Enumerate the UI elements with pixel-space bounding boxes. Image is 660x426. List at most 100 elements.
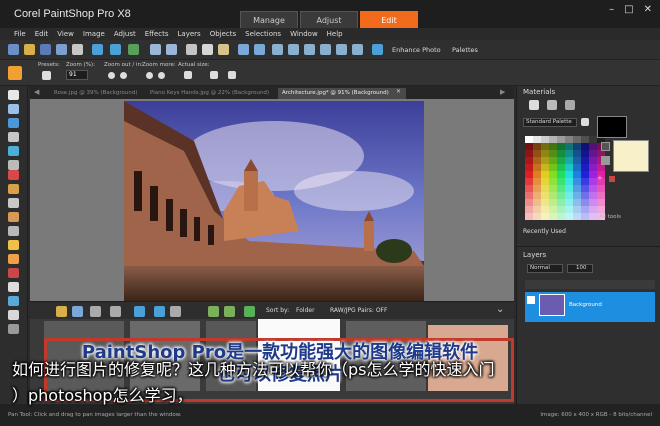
enhance-photo-button[interactable]: Enhance Photo — [392, 46, 441, 54]
color-swatch[interactable] — [573, 178, 581, 185]
color-swatch[interactable] — [533, 150, 541, 157]
architecture-photo[interactable] — [124, 101, 424, 301]
color-swatch[interactable] — [565, 199, 573, 206]
organizer-print-icon[interactable] — [170, 306, 181, 317]
print-icon[interactable] — [72, 44, 83, 55]
color-swatch[interactable] — [573, 164, 581, 171]
airbrush-icon[interactable] — [8, 254, 19, 264]
color-swatch[interactable] — [541, 171, 549, 178]
color-swatch[interactable] — [541, 213, 549, 220]
organizer-quick-fix-icon[interactable] — [244, 306, 255, 317]
warp-brush-icon[interactable] — [8, 324, 19, 334]
color-swatch[interactable] — [589, 199, 597, 206]
color-swatch[interactable] — [525, 171, 533, 178]
organizer-rotate-left-icon[interactable] — [208, 306, 219, 317]
color-swatch[interactable] — [549, 192, 557, 199]
fit-image-icon[interactable] — [228, 71, 236, 79]
texture-icon[interactable] — [601, 156, 610, 165]
organizer-icon[interactable] — [336, 44, 347, 55]
color-swatch[interactable] — [541, 178, 549, 185]
flood-fill-icon[interactable] — [8, 268, 19, 278]
menu-help[interactable]: Help — [327, 28, 343, 40]
undo-icon[interactable] — [150, 44, 161, 55]
color-swatch[interactable] — [565, 164, 573, 171]
color-swatch[interactable] — [557, 178, 565, 185]
add-icon[interactable]: + — [597, 174, 603, 182]
color-swatch[interactable] — [533, 157, 541, 164]
open-folder-icon[interactable] — [24, 44, 35, 55]
color-swatch[interactable] — [589, 150, 597, 157]
save-icon[interactable] — [40, 44, 51, 55]
color-swatch[interactable] — [533, 178, 541, 185]
doc-tab-rose[interactable]: Rose.jpg @ 39% (Background) — [50, 88, 146, 99]
layers-icon[interactable] — [288, 44, 299, 55]
color-swatch[interactable] — [581, 192, 589, 199]
foreground-color-swatch[interactable] — [597, 116, 627, 138]
zoom-in-icon[interactable] — [120, 72, 127, 79]
camera-icon[interactable] — [128, 44, 139, 55]
learning-icon[interactable] — [320, 44, 331, 55]
color-swatch[interactable] — [549, 164, 557, 171]
color-swatch-grid[interactable] — [525, 136, 605, 220]
color-swatch[interactable] — [525, 157, 533, 164]
color-swatch[interactable] — [533, 164, 541, 171]
rainbow-icon[interactable] — [547, 100, 557, 110]
color-swatch[interactable] — [597, 199, 605, 206]
tabs-scroll-left-icon[interactable]: ◀ — [34, 88, 39, 96]
color-swatch[interactable] — [557, 171, 565, 178]
layer-row-background[interactable]: Background — [525, 292, 655, 322]
color-swatch[interactable] — [525, 150, 533, 157]
menu-effects[interactable]: Effects — [145, 28, 169, 40]
color-swatch[interactable] — [557, 157, 565, 164]
color-swatch[interactable] — [549, 185, 557, 192]
color-swatch[interactable] — [549, 136, 557, 143]
overview-icon[interactable] — [352, 44, 363, 55]
color-swatch[interactable] — [573, 143, 581, 150]
organizer-menu-icon[interactable] — [110, 306, 121, 317]
zoom-more-in-icon[interactable] — [158, 72, 165, 79]
color-swatch[interactable] — [573, 150, 581, 157]
organizer-rotate-right-icon[interactable] — [224, 306, 235, 317]
color-swatch[interactable] — [541, 157, 549, 164]
color-swatch[interactable] — [525, 213, 533, 220]
pen-tool-icon[interactable] — [8, 310, 19, 320]
tab-adjust[interactable]: Adjust — [300, 11, 358, 28]
zoom-out-icon[interactable] — [108, 72, 115, 79]
color-swatch[interactable] — [565, 213, 573, 220]
color-swatch[interactable] — [589, 206, 597, 213]
color-swatch[interactable] — [581, 136, 589, 143]
color-swatch[interactable] — [541, 143, 549, 150]
color-swatch[interactable] — [541, 150, 549, 157]
color-swatch[interactable] — [549, 213, 557, 220]
color-swatch[interactable] — [533, 171, 541, 178]
color-swatch[interactable] — [573, 136, 581, 143]
scratch-remover-icon[interactable] — [8, 212, 19, 222]
visibility-icon[interactable] — [527, 296, 535, 304]
color-swatch[interactable] — [557, 185, 565, 192]
color-swatch[interactable] — [581, 171, 589, 178]
color-swatch[interactable] — [557, 164, 565, 171]
menu-adjust[interactable]: Adjust — [114, 28, 136, 40]
color-swatch[interactable] — [565, 185, 573, 192]
history-icon[interactable] — [272, 44, 283, 55]
doc-tab-piano[interactable]: Piano Keys Hands.jpg @ 22% (Background) — [146, 88, 278, 99]
color-swatch[interactable] — [565, 136, 573, 143]
menu-window[interactable]: Window — [290, 28, 318, 40]
frame-icon[interactable] — [529, 100, 539, 110]
background-color-swatch[interactable] — [613, 140, 649, 172]
pick-tool-icon[interactable] — [8, 90, 19, 100]
color-swatch[interactable] — [541, 192, 549, 199]
doc-tab-architecture[interactable]: Architecture.jpg* @ 91% (Background) — [278, 88, 406, 99]
rotate-right-icon[interactable] — [254, 44, 265, 55]
color-swatch[interactable] — [589, 164, 597, 171]
color-swatch[interactable] — [549, 143, 557, 150]
color-swatch[interactable] — [525, 199, 533, 206]
menu-view[interactable]: View — [57, 28, 74, 40]
crop-tool-icon[interactable] — [8, 132, 19, 142]
organizer-tag-icon[interactable] — [134, 306, 145, 317]
color-swatch[interactable] — [549, 199, 557, 206]
color-swatch[interactable] — [541, 199, 549, 206]
color-swatch[interactable] — [573, 171, 581, 178]
color-swatch[interactable] — [573, 213, 581, 220]
palette-select[interactable]: Standard Palette — [523, 118, 577, 127]
